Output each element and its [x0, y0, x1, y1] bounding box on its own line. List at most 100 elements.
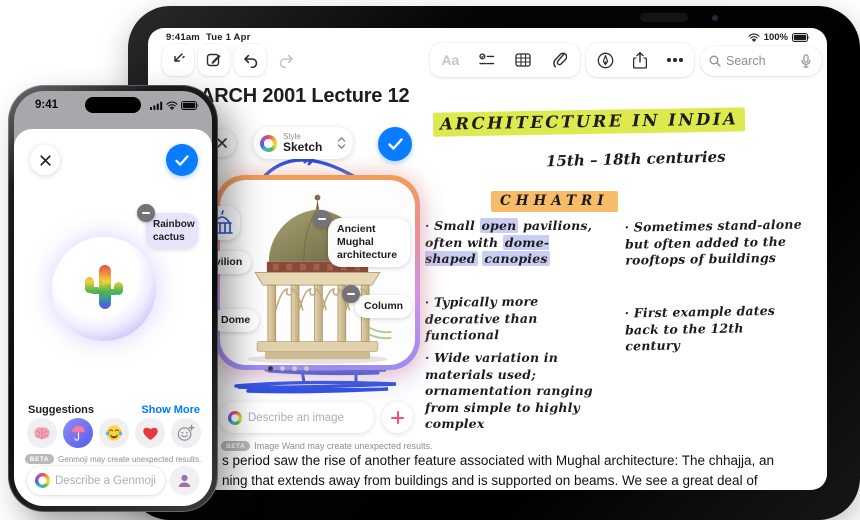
- ipad-notes-app: 9:41am Tue 1 Apr 100% Aa Search ARCH 200…: [148, 28, 827, 490]
- compose-icon: [206, 53, 221, 67]
- image-variant-pager[interactable]: [268, 366, 309, 371]
- suggestion-row: [27, 418, 201, 448]
- label-dome[interactable]: Dome: [212, 309, 260, 333]
- table-icon: [515, 53, 531, 67]
- style-value: Sketch: [283, 139, 323, 154]
- chevron-up-down-icon: [337, 137, 346, 149]
- marketing-canvas: 9:41am Tue 1 Apr 100% Aa Search ARCH 200…: [0, 0, 860, 520]
- dynamic-island: [85, 97, 141, 113]
- bullet-sometimes-standalone: · Sometimes stand-alone but often added …: [624, 216, 802, 268]
- ellipsis-icon: [667, 58, 683, 62]
- suggestion-laughing-crying[interactable]: [99, 418, 129, 448]
- handwritten-subheading: 15th – 18th centuries: [545, 147, 726, 171]
- more-button[interactable]: [659, 44, 691, 76]
- rainbow-cactus-genmoji: [85, 265, 123, 309]
- note-title[interactable]: ARCH 2001 Lecture 12: [200, 85, 410, 108]
- handwritten-heading: ARCHITECTURE IN INDIA: [432, 107, 746, 137]
- remove-column-button[interactable]: [342, 285, 360, 303]
- suggestions-title: Suggestions: [28, 404, 95, 416]
- text-format-label: Aa: [441, 52, 460, 68]
- minus-icon: [347, 293, 355, 295]
- attachment-button[interactable]: [544, 44, 576, 76]
- laughing-crying-icon: [106, 425, 122, 441]
- dictation-mic-icon[interactable]: [801, 54, 811, 68]
- redo-button[interactable]: [270, 44, 302, 76]
- remove-rainbow-cactus-button[interactable]: [137, 204, 155, 222]
- image-wand-sparkle-icon: [228, 410, 242, 425]
- checkmark-icon: [175, 154, 189, 166]
- brain-icon: [34, 426, 50, 439]
- shrink-icon: [173, 52, 185, 62]
- suggestion-brain[interactable]: [27, 418, 57, 448]
- search-input[interactable]: [726, 54, 796, 68]
- umbrella-icon: [70, 425, 86, 441]
- genmoji-prompt-input[interactable]: [55, 474, 157, 487]
- share-icon: [633, 51, 647, 69]
- beta-badge: BETA: [221, 441, 251, 451]
- redo-icon: [279, 54, 293, 68]
- suggestion-umbrella-selected[interactable]: [63, 418, 93, 448]
- ipad-camera-housing: [640, 13, 688, 22]
- add-image-element-button[interactable]: [382, 402, 413, 433]
- share-button[interactable]: [624, 44, 656, 76]
- bullet-typically-decorative: · Typically more decorative than functio…: [424, 293, 539, 343]
- checklist-icon: [479, 53, 495, 65]
- battery-icon: [181, 101, 199, 110]
- iphone-status-icons: [150, 101, 200, 110]
- search-field[interactable]: [700, 46, 822, 76]
- ipad-clock: 9:41am: [166, 32, 200, 43]
- disclaimer-text: Image Wand may create unexpected results…: [254, 441, 433, 451]
- minus-icon: [318, 218, 326, 220]
- note-paragraph-line-2[interactable]: ning that extends away from buildings an…: [222, 471, 808, 490]
- person-icon: [178, 474, 191, 487]
- generated-chhatri-image: [220, 180, 415, 365]
- genmoji-sparkle-icon: [35, 473, 50, 488]
- beta-badge: BETA: [24, 454, 55, 464]
- minus-icon: [142, 212, 150, 214]
- handwritten-section-title: CHHATRI: [491, 191, 618, 212]
- genmoji-disclaimer: BETA Genmoji may create unexpected resul…: [14, 454, 212, 464]
- genmoji-prompt-label[interactable]: Rainbow cactus: [146, 213, 198, 249]
- genmoji-prompt-field[interactable]: [27, 466, 165, 495]
- suggestion-red-heart[interactable]: [135, 418, 165, 448]
- add-emoji-icon: [177, 424, 195, 441]
- generated-image-card[interactable]: [215, 175, 420, 370]
- battery-icon: [792, 33, 810, 42]
- person-genmoji-button[interactable]: [170, 466, 199, 495]
- image-prompt-field[interactable]: [219, 402, 374, 433]
- markup-toolbar-group: [586, 43, 694, 77]
- bullet-wide-variation: · Wide variation in materials used; orna…: [425, 350, 593, 431]
- label-ancient-mughal[interactable]: Ancient Mughal architecture: [328, 218, 410, 268]
- genmoji-close-button[interactable]: [30, 145, 60, 175]
- note-paragraph-line-1[interactable]: s period saw the rise of another feature…: [222, 451, 808, 471]
- undo-button[interactable]: [234, 44, 266, 76]
- chhatri-illustration: [247, 194, 392, 365]
- search-icon: [709, 55, 721, 67]
- ipad-status-right: 100%: [748, 32, 811, 43]
- undo-icon: [243, 54, 257, 68]
- image-playground-style-icon: [260, 134, 277, 152]
- text-format-button[interactable]: Aa: [434, 44, 466, 76]
- remove-ancient-mughal-button[interactable]: [313, 210, 331, 228]
- label-column[interactable]: Column: [355, 295, 413, 319]
- iphone-clock: 9:41: [35, 99, 59, 111]
- wifi-icon: [166, 101, 178, 110]
- format-toolbar-group: Aa: [430, 43, 580, 77]
- compose-note-button[interactable]: [198, 44, 230, 76]
- battery-percent: 100%: [763, 32, 788, 43]
- genmoji-accept-button[interactable]: [166, 144, 198, 176]
- shrink-window-button[interactable]: [162, 44, 194, 76]
- markup-button[interactable]: [589, 44, 621, 76]
- iphone-genmoji-app: 9:41 Rainbow cactus Suggestions Show Mor…: [14, 91, 212, 506]
- show-more-link[interactable]: Show More: [141, 404, 200, 416]
- style-picker[interactable]: Style Sketch: [253, 127, 353, 159]
- ipad-status-bar: 9:41am Tue 1 Apr: [166, 32, 251, 43]
- image-prompt-input[interactable]: [248, 411, 365, 424]
- heart-icon: [142, 427, 158, 440]
- ipad-date: Tue 1 Apr: [205, 32, 251, 43]
- image-wand-accept-button[interactable]: [378, 127, 412, 161]
- checklist-button[interactable]: [471, 44, 503, 76]
- genmoji-sheet: Rainbow cactus Suggestions Show More BET…: [14, 129, 212, 506]
- suggestion-add-emoji[interactable]: [171, 418, 201, 448]
- table-button[interactable]: [507, 44, 539, 76]
